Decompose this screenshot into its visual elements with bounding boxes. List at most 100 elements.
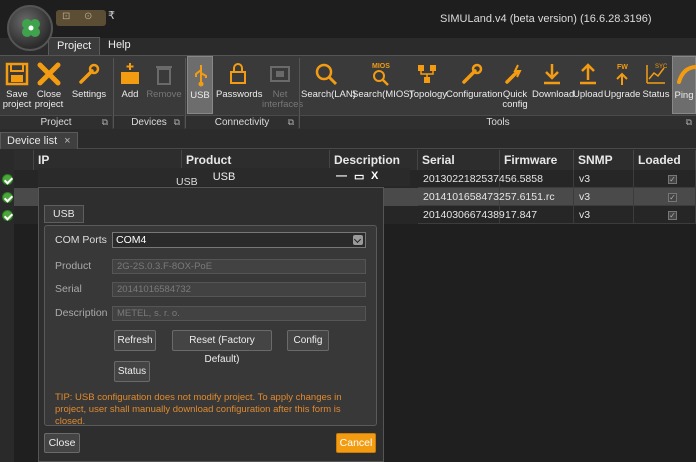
close-tab-icon[interactable]: × (64, 135, 70, 147)
column-header-description[interactable]: Description (330, 150, 418, 170)
status-label: Status (642, 89, 670, 100)
window-title: SIMULand.v4 (beta version) (16.6.28.3196… (440, 13, 652, 25)
add-label: Add (121, 89, 139, 100)
clover-logo-icon (22, 19, 40, 37)
column-header-ip[interactable]: IP (34, 150, 182, 170)
close-dialog-icon[interactable]: X (371, 170, 378, 182)
loaded-cell[interactable] (634, 188, 696, 206)
status-button[interactable]: SYC Status (641, 56, 671, 114)
description-field[interactable]: METEL, s. r. o. (112, 306, 366, 321)
tab-device-list[interactable]: Device list × (0, 132, 78, 149)
save-icon (5, 62, 29, 86)
quick-access-dropdown-icon[interactable]: ₹ (108, 9, 115, 22)
usb-button[interactable]: USB (187, 56, 213, 114)
topology-button[interactable]: Topology (409, 56, 447, 114)
com-ports-value: COM4 (116, 234, 147, 246)
serial-cell[interactable]: 20141016584732 (418, 188, 505, 206)
product-field[interactable]: 2G-2S.0.3.F-8OX-PoE (112, 259, 366, 274)
group-devices: Devices ⧉ (114, 115, 184, 129)
search-lan-label: Search(LAN) (301, 89, 356, 100)
group-launcher-icon[interactable]: ⧉ (288, 116, 294, 129)
chevron-down-icon[interactable] (353, 235, 363, 245)
config-button[interactable]: Config (287, 330, 329, 351)
tab-help[interactable]: Help (100, 37, 139, 55)
download-label: Download (532, 89, 575, 100)
serial-label: Serial (55, 283, 82, 295)
serial-cell[interactable]: 20140306674389 (418, 206, 505, 224)
group-project-label: Project (40, 117, 72, 128)
firmware-cell[interactable]: 57.6151.rc (500, 188, 574, 206)
mios-badge: MIOS (372, 63, 390, 70)
loaded-checkbox[interactable]: ✓ (668, 193, 677, 202)
search-mios-button[interactable]: MIOS Search(MIOS) (352, 56, 413, 114)
fw-badge: FW (617, 64, 628, 71)
quick-config-button[interactable]: Quick config (499, 56, 531, 114)
tab-project[interactable]: Project (48, 37, 101, 55)
serial-cell[interactable]: 20130221825374 (418, 170, 505, 188)
firmware-cell[interactable]: 17.847 (500, 206, 574, 224)
quick-access-icon[interactable]: ⊡ (62, 11, 70, 22)
search-lan-button[interactable]: Search(LAN) (301, 56, 356, 114)
column-header-serial[interactable]: Serial (418, 150, 500, 170)
ping-button[interactable]: Ping (672, 56, 696, 114)
snmp-cell[interactable]: v3 (574, 170, 634, 188)
net-interfaces-button[interactable]: Net interfaces (262, 56, 303, 114)
com-ports-label: COM Ports (55, 234, 107, 246)
upload-label: Upload (573, 89, 604, 100)
group-launcher-icon[interactable]: ⧉ (686, 116, 692, 129)
tab-usb[interactable]: USB (44, 205, 84, 223)
loaded-cell[interactable] (634, 170, 696, 188)
quick-config-icon (505, 64, 522, 84)
quick-access-toolbar[interactable]: ⊡ ⊙ (56, 10, 106, 26)
passwords-button[interactable]: Passwords (216, 56, 263, 114)
usb-icon (195, 65, 207, 87)
loaded-checkbox[interactable]: ✓ (668, 175, 677, 184)
passwords-label: Passwords (216, 89, 263, 100)
upgrade-button[interactable]: FW Upgrade (604, 56, 640, 114)
download-icon (544, 64, 560, 85)
com-ports-select[interactable]: COM4 (112, 232, 366, 248)
document-tabs: Device list × (0, 131, 696, 149)
serial-field[interactable]: 20141016584732 (112, 282, 366, 297)
quick-access-icon[interactable]: ⊙ (84, 11, 92, 22)
status-button-dialog[interactable]: Status (114, 361, 150, 382)
title-bar: ⊡ ⊙ ₹ SIMULand.v4 (beta version) (16.6.2… (0, 0, 696, 38)
minimize-icon[interactable]: — (336, 170, 347, 182)
snmp-cell[interactable]: v3 (574, 206, 634, 224)
add-device-button[interactable]: Add (116, 56, 144, 114)
column-header-snmp[interactable]: SNMP (574, 150, 634, 170)
settings-label: Settings (71, 89, 107, 100)
reset-factory-default-button[interactable]: Reset (Factory Default) (172, 330, 272, 365)
refresh-button[interactable]: Refresh (114, 330, 156, 351)
configuration-label: Configuration (446, 89, 503, 100)
search-mios-label: Search(MIOS) (352, 89, 413, 100)
restore-icon[interactable]: ▭ (354, 170, 364, 183)
cancel-button[interactable]: Cancel (336, 433, 376, 453)
usb-label: USB (190, 90, 210, 101)
column-header-product[interactable]: Product (182, 150, 330, 170)
wrench-icon (462, 63, 483, 84)
group-launcher-icon[interactable]: ⧉ (174, 116, 180, 129)
column-header-firmware[interactable]: Firmware (500, 150, 574, 170)
column-header-loaded[interactable]: Loaded (634, 150, 696, 170)
status-chart-icon: SYC (646, 64, 668, 84)
loaded-cell[interactable] (634, 206, 696, 224)
app-menu-button[interactable] (7, 5, 53, 51)
quick-config-label: Quick config (502, 89, 528, 110)
group-project: Project ⧉ (0, 115, 112, 129)
firmware-cell[interactable]: 56.5858 (500, 170, 574, 188)
save-project-button[interactable]: Save project (2, 56, 32, 114)
group-launcher-icon[interactable]: ⧉ (102, 116, 108, 129)
upload-button[interactable]: Upload (573, 56, 603, 114)
loaded-checkbox[interactable]: ✓ (668, 211, 677, 220)
configuration-button[interactable]: Configuration (446, 56, 503, 114)
add-device-icon (121, 63, 139, 84)
close-button[interactable]: Close (44, 433, 80, 453)
remove-device-button[interactable]: Remove (145, 56, 183, 114)
download-button[interactable]: Download (532, 56, 575, 114)
ping-label: Ping (674, 90, 694, 101)
lock-icon (230, 63, 246, 84)
settings-button[interactable]: Settings (66, 56, 112, 114)
snmp-cell[interactable]: v3 (574, 188, 634, 206)
close-project-button[interactable]: Close project (33, 56, 65, 114)
